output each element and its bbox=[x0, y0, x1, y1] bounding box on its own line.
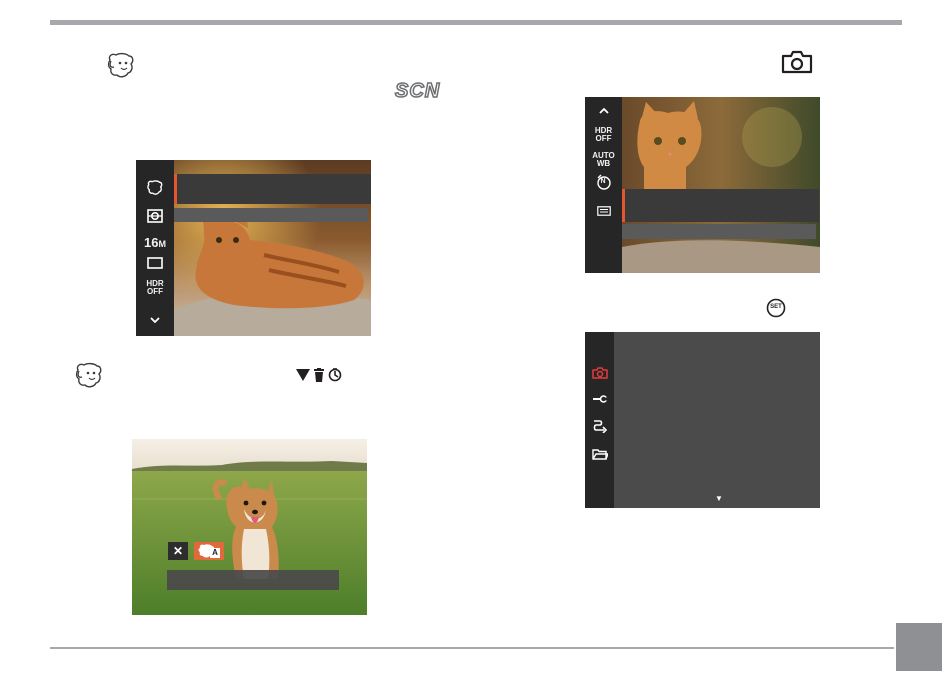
face-detect-label: N bbox=[600, 178, 606, 185]
top-rule bbox=[50, 20, 902, 25]
more-options-indicator[interactable]: ▼ bbox=[715, 494, 723, 503]
camera-screen-pet-menu: 16M HDR OFF bbox=[136, 160, 371, 336]
screen4-sidebar bbox=[585, 332, 614, 508]
camera-screen-settings-menu: HDR OFF AUTO WB N bbox=[585, 97, 820, 273]
pet-face-icon bbox=[74, 362, 104, 395]
screen1-sidebar: 16M HDR OFF bbox=[136, 160, 174, 336]
self-timer-icon bbox=[328, 368, 342, 382]
aspect-ratio-icon[interactable] bbox=[147, 256, 163, 274]
option-description-bar bbox=[174, 208, 368, 222]
image-size-label[interactable]: 16M bbox=[144, 235, 166, 250]
trash-icon bbox=[314, 368, 324, 382]
face-detect-icon[interactable]: N bbox=[595, 174, 613, 195]
pet-face-icon[interactable] bbox=[146, 180, 164, 201]
bottom-rule bbox=[50, 647, 894, 649]
image-size-number: 16 bbox=[144, 235, 159, 250]
close-icon[interactable]: ✕ bbox=[168, 542, 188, 560]
down-arrow-icon bbox=[296, 369, 310, 381]
metering-icon[interactable] bbox=[147, 209, 163, 228]
chevron-down-icon[interactable] bbox=[150, 310, 160, 328]
scn-mode-icon: SCN bbox=[394, 79, 441, 103]
cat-close-photo bbox=[622, 97, 820, 273]
option-description-bar bbox=[622, 224, 816, 239]
nav-key-icons bbox=[296, 368, 342, 382]
pet-face-icon bbox=[106, 52, 136, 85]
message-bar bbox=[167, 570, 339, 590]
camera-screen-main-menu: ▼ bbox=[585, 332, 820, 508]
screen2-sidebar: HDR OFF AUTO WB N bbox=[585, 97, 622, 273]
camera-icon[interactable] bbox=[591, 366, 608, 384]
wrench-icon[interactable] bbox=[592, 392, 608, 410]
camera-icon bbox=[781, 50, 813, 79]
menu-option-selected[interactable] bbox=[622, 189, 819, 222]
hdr-off-icon[interactable]: HDR OFF bbox=[595, 127, 612, 143]
hdr-off-label: OFF bbox=[595, 134, 612, 143]
auto-badge: A bbox=[210, 548, 220, 558]
auto-wb-icon[interactable]: AUTO WB bbox=[592, 152, 615, 168]
pet-auto-shutter-icon[interactable]: A bbox=[194, 542, 224, 560]
chevron-up-icon[interactable] bbox=[598, 101, 609, 119]
camera-screen-dog-detected: ✕ A bbox=[132, 439, 367, 615]
image-size-unit: M bbox=[158, 239, 166, 249]
transfer-icon[interactable] bbox=[592, 419, 608, 438]
menu-list-icon[interactable] bbox=[596, 203, 611, 221]
set-button-label: SET bbox=[770, 304, 782, 310]
pet-mode-option-selected[interactable] bbox=[174, 174, 371, 204]
hdr-off-icon[interactable]: HDR OFF bbox=[146, 280, 163, 296]
set-button-icon: SET bbox=[766, 298, 786, 323]
folder-icon[interactable] bbox=[591, 447, 609, 465]
wb-label: WB bbox=[596, 159, 611, 168]
page-number-tab bbox=[896, 623, 942, 671]
hdr-off-label: OFF bbox=[147, 287, 163, 296]
